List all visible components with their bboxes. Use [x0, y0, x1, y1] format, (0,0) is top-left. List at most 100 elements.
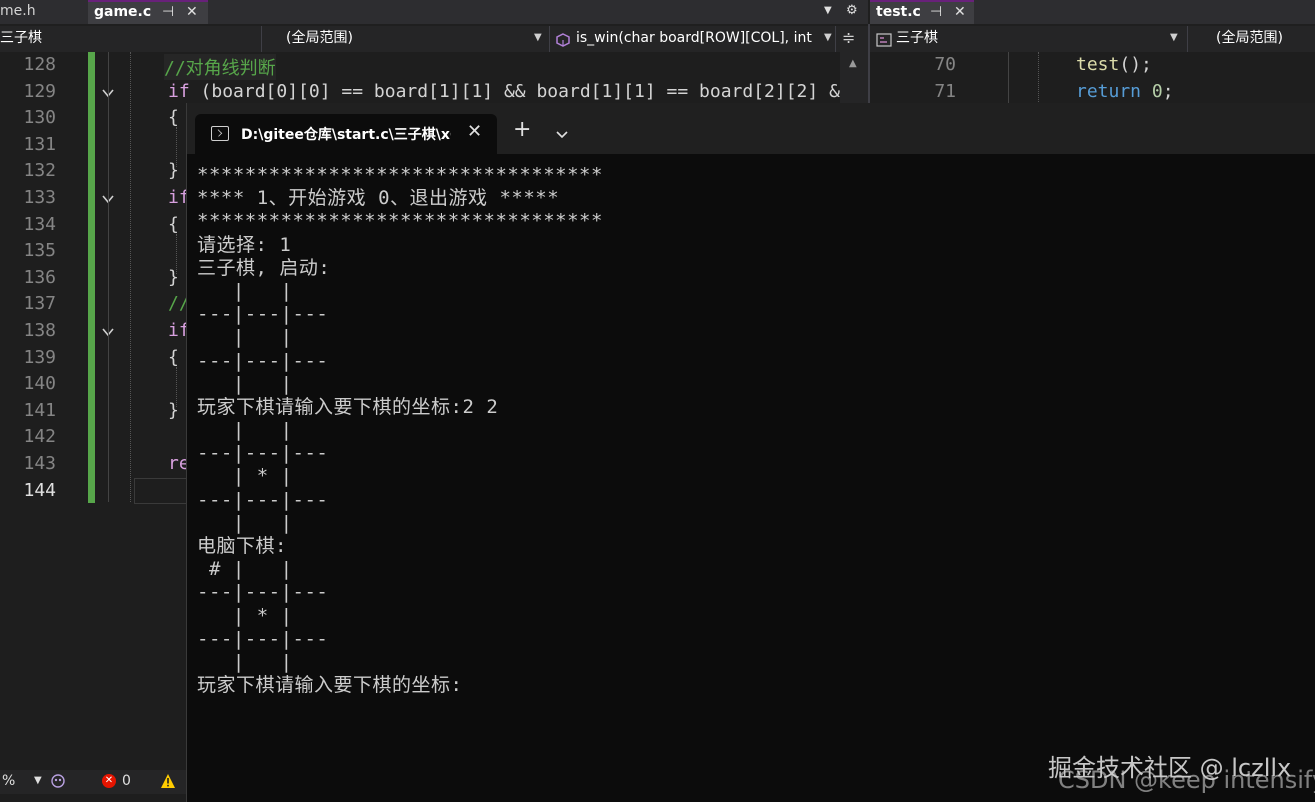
line-number: 130	[23, 107, 56, 129]
split-editor-icon[interactable]: ≑	[842, 26, 855, 50]
code-line-129: if (board[0][0] == board[1][1] && board[…	[168, 81, 840, 102]
function-dropdown[interactable]: is_win(char board[ROW][COL], int ▼	[552, 26, 836, 52]
project-icon	[876, 31, 892, 47]
close-icon[interactable]: ✕	[186, 2, 198, 22]
terminal-line: | |	[197, 326, 329, 349]
console-icon	[211, 126, 229, 141]
tab-label: me.h	[0, 3, 36, 19]
editor-status-strip: % ▼ ✕ 0	[0, 770, 186, 794]
terminal-line: | * |	[197, 465, 329, 488]
pin-icon[interactable]: ⊣	[162, 2, 174, 22]
line-number: 135	[23, 240, 56, 262]
line-number: 138	[23, 320, 56, 341]
line-number-current: 144	[23, 479, 56, 501]
line-number: 70	[934, 54, 956, 75]
code-line-130: {	[168, 107, 179, 129]
terminal-title-bar: D:\gitee仓库\start.c\三子棋\x6 ✕ +	[187, 103, 1315, 154]
right-navigation-bar: 三子棋 ▼ (全局范围)	[870, 26, 1315, 52]
code-keyword: if	[168, 80, 190, 102]
code-keyword: return	[1076, 80, 1142, 102]
gear-icon[interactable]: ⚙	[846, 0, 858, 24]
code-line-71: return 0;	[1076, 81, 1174, 102]
chevron-down-icon: ▼	[534, 32, 542, 43]
code-line-136: }	[168, 266, 179, 288]
error-count[interactable]: 0	[122, 770, 131, 792]
terminal-line: | * |	[197, 604, 329, 627]
terminal-line: 电脑下棋:	[197, 535, 287, 557]
terminal-line: ---|---|---	[197, 349, 329, 372]
right-tab-strip: test.c ⊣ ✕	[870, 0, 1315, 24]
code-text: (board[0][0] == board[1][1] && board[1][…	[189, 80, 840, 102]
tab-list-dropdown-icon[interactable]: ▼	[824, 0, 832, 24]
terminal-line: 玩家下棋请输入要下棋的坐标:	[197, 674, 463, 697]
code-text: ();	[1119, 54, 1152, 75]
function-label: is_win(char board[ROW][COL], int	[576, 30, 812, 46]
code-line-141: }	[168, 399, 179, 421]
terminal-window[interactable]: D:\gitee仓库\start.c\三子棋\x6 ✕ + **********…	[186, 103, 1315, 802]
line-number: 132	[23, 160, 56, 182]
tab-label: test.c	[876, 4, 921, 20]
terminal-line: 请选择: 1	[197, 233, 292, 256]
project-name: 三子棋	[0, 30, 42, 46]
line-number: 129	[23, 80, 56, 102]
chevron-down-icon[interactable]: ▼	[34, 770, 42, 792]
tab-label: game.c	[94, 4, 152, 20]
line-number: 142	[23, 426, 56, 448]
terminal-line: **********************************	[197, 210, 603, 233]
terminal-line: | |	[197, 372, 329, 395]
line-number: 128	[23, 54, 56, 75]
scope-label: (全局范围)	[286, 30, 353, 46]
change-tracking-bar	[88, 52, 95, 503]
scope-label: (全局范围)	[1216, 30, 1283, 46]
terminal-line: ---|---|---	[197, 442, 329, 465]
line-number: 137	[23, 293, 56, 315]
warning-icon[interactable]	[160, 773, 176, 789]
terminal-line: 玩家下棋请输入要下棋的坐标:2 2	[197, 395, 499, 418]
project-name: 三子棋	[896, 30, 938, 46]
terminal-tab-title: D:\gitee仓库\start.c\三子棋\x6	[241, 127, 451, 143]
terminal-output[interactable]: ********************************** **** …	[197, 164, 603, 697]
function-icon	[556, 31, 570, 47]
terminal-line: # | |	[197, 558, 329, 581]
outline-guide	[108, 52, 109, 502]
project-dropdown[interactable]: 三子棋 ▼	[870, 26, 1188, 52]
tab-test-c[interactable]: test.c ⊣ ✕	[870, 0, 974, 24]
code-line-139: {	[168, 346, 179, 368]
code-function-call: test	[1076, 54, 1120, 75]
scope-dropdown[interactable]: (全局范围) ▼	[262, 26, 550, 52]
chevron-down-icon[interactable]	[555, 125, 569, 144]
line-number: 131	[23, 133, 56, 155]
code-line-134: {	[168, 213, 179, 235]
terminal-line: ---|---|---	[197, 581, 329, 604]
scope-dropdown[interactable]: (全局范围)	[1188, 26, 1315, 52]
left-navigation-bar: 三子棋 (全局范围) ▼ is_win(char board[ROW][COL]…	[0, 26, 868, 52]
pin-icon[interactable]: ⊣	[930, 2, 942, 22]
line-number: 141	[23, 399, 56, 421]
zoom-level[interactable]: %	[2, 770, 15, 792]
chevron-down-icon: ▼	[824, 32, 832, 43]
tab-game-c[interactable]: game.c ⊣ ✕	[88, 0, 208, 24]
terminal-tab[interactable]: D:\gitee仓库\start.c\三子棋\x6 ✕	[195, 114, 497, 154]
line-number: 133	[23, 187, 56, 208]
terminal-line: ---|---|---	[197, 303, 329, 326]
copilot-icon[interactable]	[50, 773, 66, 789]
terminal-line: ---|---|---	[197, 627, 329, 650]
terminal-line: | |	[197, 279, 329, 302]
line-number: 140	[23, 373, 56, 395]
tab-me-h[interactable]: me.h	[0, 0, 88, 24]
code-line-70: test();	[1076, 54, 1152, 75]
left-tab-strip: me.h game.c ⊣ ✕ ▼ ⚙	[0, 0, 868, 24]
chevron-down-icon: ▼	[1170, 32, 1178, 43]
close-icon[interactable]: ✕	[954, 2, 966, 22]
new-tab-button[interactable]: +	[513, 119, 531, 141]
code-line-132: }	[168, 160, 179, 182]
line-number: 71	[934, 80, 956, 102]
scroll-up-arrow-icon[interactable]: ▲	[849, 58, 857, 69]
code-number: 0	[1151, 80, 1163, 102]
code-comment: //对角线判断	[164, 58, 276, 79]
close-icon[interactable]: ✕	[467, 121, 482, 142]
terminal-line: **********************************	[197, 164, 603, 186]
code-line-128: //对角线判断	[164, 54, 276, 80]
project-dropdown[interactable]: 三子棋	[0, 26, 262, 52]
terminal-line: | |	[197, 511, 329, 534]
